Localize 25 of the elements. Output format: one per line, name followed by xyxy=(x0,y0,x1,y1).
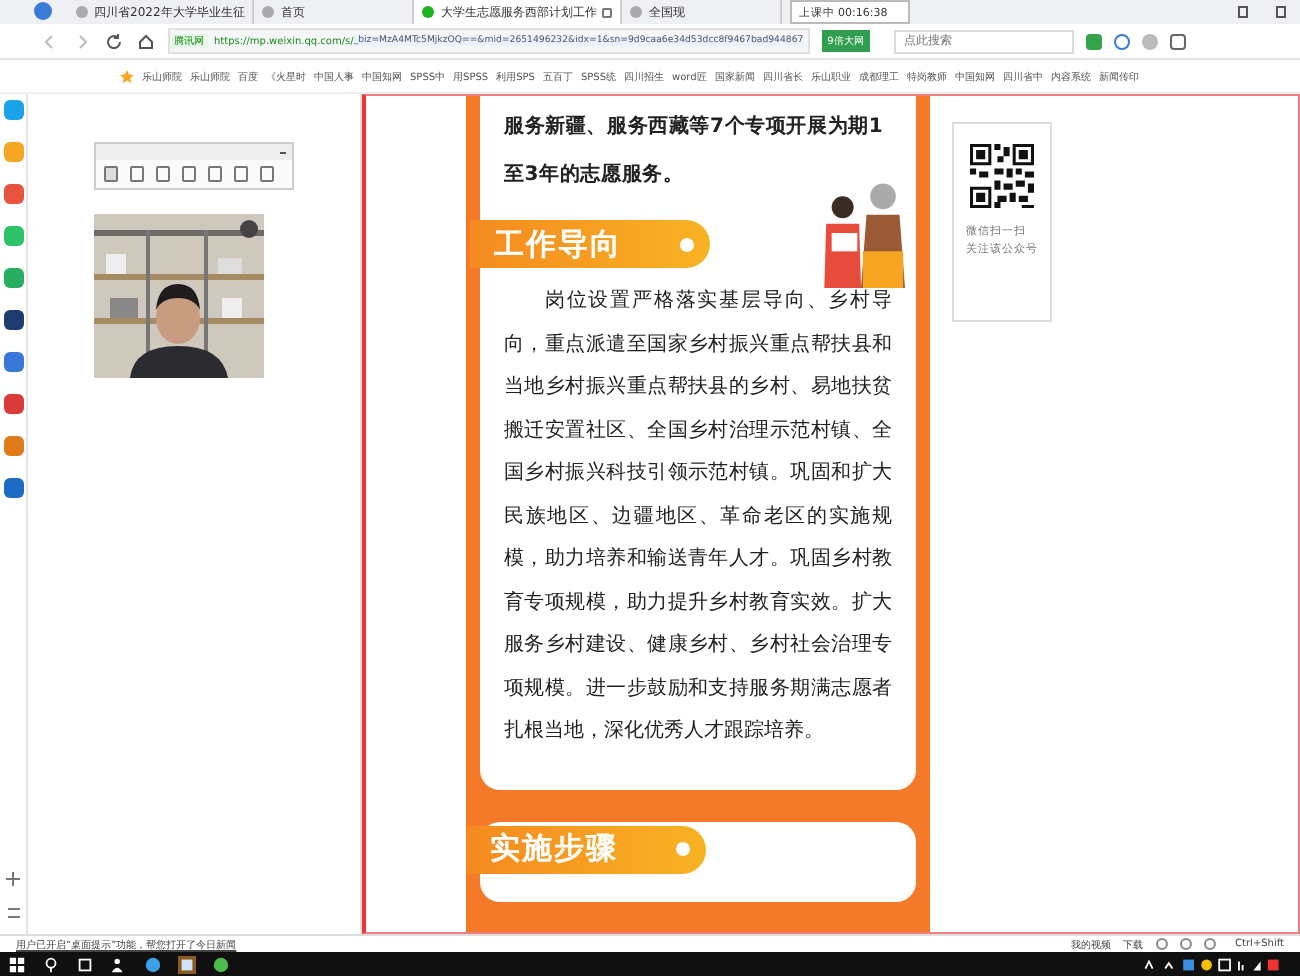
article-paragraph: 服务新疆、服务西藏等7个专项开展为期1至3年的志愿服务。 xyxy=(504,112,886,190)
heading-text: 实施步骤 xyxy=(490,830,618,868)
app-icon[interactable] xyxy=(3,478,23,498)
pill-dot-icon xyxy=(676,842,690,856)
app-icon[interactable] xyxy=(3,310,23,330)
task-view-icon[interactable] xyxy=(76,955,94,973)
pill-dot-icon xyxy=(680,237,694,251)
chat-app-icon[interactable] xyxy=(212,955,230,973)
page-icon xyxy=(76,6,88,18)
page-icon xyxy=(630,6,643,18)
meeting-app-icon[interactable] xyxy=(178,955,196,973)
home-icon[interactable] xyxy=(136,31,156,51)
add-icon[interactable] xyxy=(6,872,20,886)
page-icon xyxy=(262,6,275,18)
article-paragraph: 岗位设置严格落实基层导向、乡村导向，重点派遣至国家乡村振兴重点帮扶县和当地乡村振兴重点帮扶县的乡村、易地扶贫搬迁安置社区、全国乡村治理示范村镇、全国乡村振兴科技引领示范村镇。巩固和扩大民族地区、边疆地区、革命老区的实施规模，助力培养和输送青年人才。巩固乡村教育专项规模，助力提升乡村教育实效。扩大服务乡村建设、健康乡村、乡村社会治理专项规模。进一步鼓励和支持服务期满志愿者扎根当地，深化优秀人才跟踪培养。 xyxy=(504,287,892,746)
reload-icon[interactable] xyxy=(104,31,124,51)
heading-text: 工作导向 xyxy=(494,225,622,263)
app-icon[interactable] xyxy=(3,394,23,414)
menu-icon[interactable] xyxy=(7,908,19,918)
windows-start-icon[interactable] xyxy=(8,955,26,973)
browser-app-icon[interactable] xyxy=(144,955,162,973)
star-icon[interactable] xyxy=(120,69,134,83)
page-icon xyxy=(422,6,435,18)
qr-code-icon xyxy=(970,144,1034,208)
people-icon[interactable] xyxy=(110,955,128,973)
